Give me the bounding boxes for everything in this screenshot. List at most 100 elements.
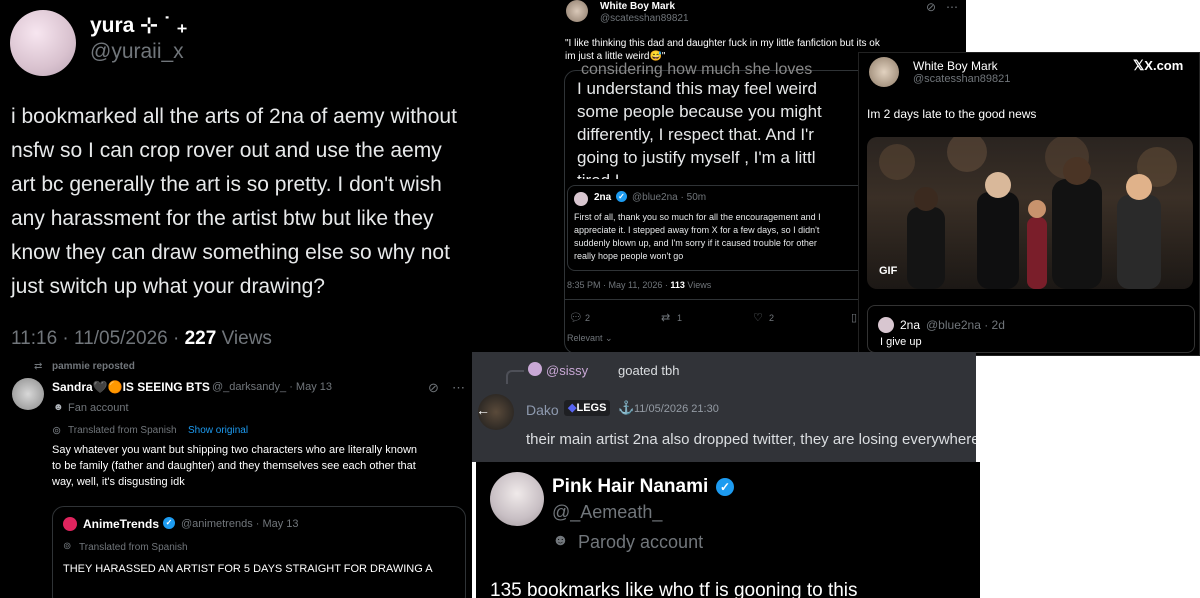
display-name[interactable]: White Boy Mark [600,1,675,12]
large-line: tired I [577,169,822,179]
avatar[interactable] [869,57,899,87]
avatar[interactable] [10,10,76,76]
repost-count: 1 [677,313,683,323]
verified-icon: ✓ [616,191,627,202]
translated-label: Translated from Spanish [68,425,177,436]
sort-relevant-dropdown[interactable]: Relevant ⌄ [567,333,613,344]
mask-icon: ☻ [53,402,64,413]
post-text: 135 bookmarks like who tf is gooning to … [490,580,858,598]
translate-icon: ⊚ [52,425,62,437]
quote-translated: Translated from Spanish [79,542,188,553]
inner-line: suddenly blown up, and I'm sorry if it c… [574,238,817,248]
quoted-post[interactable]: AnimeTrends ✓ @animetrends · May 13 ⊚ Tr… [52,506,466,598]
fan-account-label: Fan account [68,402,129,414]
post-time[interactable]: 8:35 PM · May 11, 2026 · [567,280,670,290]
body-line: to be family (father and daughter) and t… [52,460,416,472]
sandra-post-screenshot: ⇄ pammie reposted Sandra🖤🟠IS SEEING BTS … [0,352,472,598]
large-line: I understand this may feel weird [577,79,818,98]
site-logo: 𝕏X.com [1133,57,1183,74]
inner-line: First of all, thank you so much for all … [574,212,821,222]
user-handle[interactable]: @scatesshan89821 [913,73,1010,85]
like-count: 2 [769,313,775,323]
display-name[interactable]: Sandra🖤🟠IS SEEING BTS [52,380,210,394]
user-handle[interactable]: @_darksandy_ · May 13 [212,381,332,393]
message-text: their main artist 2na also dropped twitt… [526,431,976,448]
large-line: going to justify myself , I'm a littl [577,148,816,167]
user-handle[interactable]: @_Aemeath_ [552,502,662,523]
grok-icon[interactable]: ⊘ [428,380,439,396]
avatar [528,362,542,376]
bookmark-icon[interactable]: ▯ [851,311,857,324]
body-line: just switch up what your drawing? [11,275,325,298]
body-line: art bc generally the art is so pretty. I… [11,173,442,196]
post-time[interactable]: 11:16 · 11/05/2026 · [11,328,185,349]
like-icon[interactable]: ♡ [753,311,763,324]
site-label: X.com [1144,58,1184,73]
pink-hair-nanami-post: Pink Hair Nanami ✓ @_Aemeath_ ☻ Parody a… [476,462,980,598]
display-name[interactable]: White Boy Mark [913,59,998,73]
gif-preview-image [879,137,1177,289]
verified-icon: ✓ [716,478,734,496]
views-count: 227 [184,328,217,349]
white-boy-mark-gif-post: White Boy Mark @scatesshan89821 𝕏X.com I… [858,52,1200,356]
x-logo-icon: 𝕏 [1133,57,1145,73]
timestamp: 11/05/2026 21:30 [634,403,719,415]
body-line: way, well, it's disgusting idk [52,476,185,488]
mask-icon: ☻ [552,532,569,549]
role-icon: ⚓ [618,400,635,415]
avatar[interactable] [566,0,588,22]
post-text: Im 2 days late to the good news [867,107,1037,121]
quote-name: AnimeTrends [83,517,160,531]
username[interactable]: Dako [526,402,559,418]
reply-name: 2na [900,318,921,332]
reply-icon[interactable]: 💬︎ [569,311,583,324]
reply-snippet[interactable]: goated tbh [618,363,679,378]
user-handle[interactable]: @yuraii_x [90,40,184,64]
more-icon[interactable]: ⋯ [946,0,958,14]
reply-text: I give up [880,336,922,348]
reposted-label[interactable]: pammie reposted [52,361,135,372]
parody-label: Parody account [578,532,704,552]
body-line: know they can draw something else so why… [11,241,450,264]
quoted-text: "I like thinking this dad and daughter f… [565,37,880,63]
user-handle[interactable]: @scatesshan89821 [600,13,689,24]
avatar [878,317,894,333]
reply-username[interactable]: @sissy [546,363,588,378]
views-label: Views [216,328,272,349]
inner-body: First of all, thank you so much for all … [574,211,821,263]
display-name[interactable]: Pink Hair Nanami [552,476,708,498]
avatar[interactable] [12,378,44,410]
grok-icon[interactable]: ⊘ [926,0,936,14]
display-name[interactable]: yura ⊹ ˙ ₊ [90,13,188,38]
body-line: i bookmarked all the arts of 2na of aemy… [11,105,457,128]
avatar [574,192,588,206]
repost-icon: ⇄ [34,361,43,372]
more-icon[interactable]: ⋯ [452,380,465,396]
tag-label: LEGS [576,402,607,414]
gif-media[interactable]: GIF [867,137,1193,289]
post-meta: 8:35 PM · May 11, 2026 · 113 Views [567,280,711,290]
body-line: any harassment for the artist btw but li… [11,207,434,230]
gif-badge: GIF [879,265,898,277]
inner-name: 2na [594,192,612,203]
verified-icon: ✓ [163,517,175,529]
server-tag: ◆LEGS [564,400,611,416]
avatar[interactable] [490,472,544,526]
quote-handle: @animetrends · May 13 [181,518,299,530]
reply-handle: @blue2na · 2d [926,318,1005,332]
inner-line: really hope people won't go [574,251,684,261]
reply-connector [506,370,524,384]
reply-count: 2 [585,313,591,323]
post-meta: 11:16 · 11/05/2026 · 227 Views [11,328,272,350]
views-label: Views [684,280,712,290]
back-arrow-icon[interactable]: ← [476,402,490,418]
post-body: Say whatever you want but shipping two c… [52,442,417,490]
quote-text: THEY HARASSED AN ARTIST FOR 5 DAYS STRAI… [63,563,433,575]
action-bar: 💬︎ 2 ⇄ 1 ♡ 2 ▯ [569,311,869,327]
reply-preview[interactable]: 2na @blue2na · 2d I give up [867,305,1195,353]
show-original-link[interactable]: Show original [188,425,248,436]
translate-icon: ⊚ [63,541,72,552]
repost-icon[interactable]: ⇄ [661,311,670,324]
inner-line: appreciate it. I stepped away from X for… [574,225,820,235]
large-line: some people because you might [577,102,822,121]
